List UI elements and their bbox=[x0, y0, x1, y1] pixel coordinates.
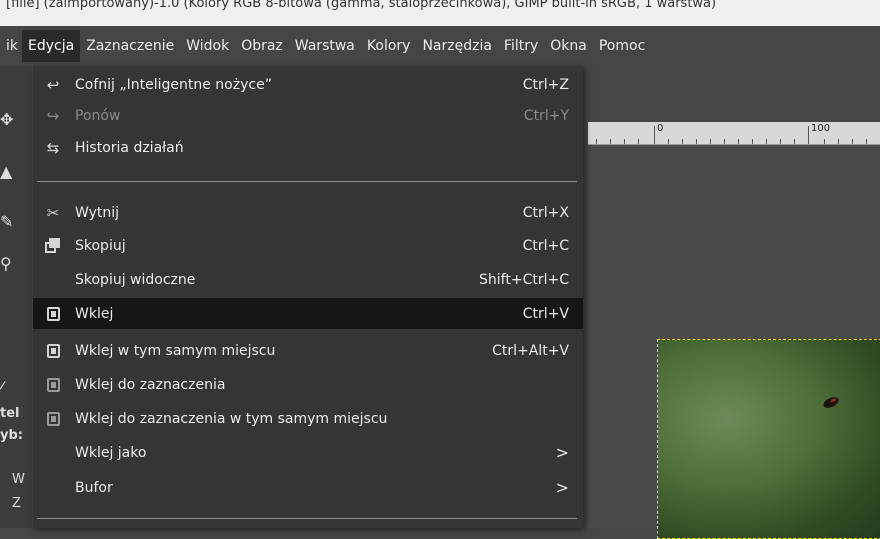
copy-icon bbox=[43, 236, 63, 256]
menu-image[interactable]: Obraz bbox=[235, 30, 289, 62]
paste-into-icon bbox=[43, 375, 63, 395]
window-title-bar: [fille] (zaimportowany)-1.0 (Kolory RGB … bbox=[0, 0, 880, 26]
tool-option-z: Z bbox=[12, 496, 21, 511]
horizontal-ruler[interactable]: 0 100 bbox=[588, 122, 880, 145]
ruler-label-0: 0 bbox=[657, 123, 664, 134]
ruler-label-100: 100 bbox=[811, 123, 831, 134]
menu-item-paste[interactable]: Wklej Ctrl+V bbox=[33, 298, 583, 329]
menu-item-paste-in-place[interactable]: Wklej w tym samym miejscu Ctrl+Alt+V bbox=[33, 335, 583, 366]
paint-tool-icon[interactable]: ⁄ bbox=[0, 378, 32, 397]
menu-item-paste-into-in-place[interactable]: Wklej do zaznaczenia w tym samym miejscu bbox=[33, 403, 583, 434]
heal-tool-icon[interactable]: ✎ bbox=[0, 212, 32, 231]
menu-separator bbox=[37, 181, 577, 182]
undo-icon: ↩ bbox=[46, 75, 60, 94]
menu-item-paste-into[interactable]: Wklej do zaznaczenia bbox=[33, 369, 583, 400]
tool-options-mode: yb: bbox=[0, 428, 23, 443]
chevron-right-icon: > bbox=[555, 478, 569, 497]
menu-windows[interactable]: Okna bbox=[544, 30, 593, 62]
paste-icon bbox=[43, 304, 63, 324]
menu-item-buffer[interactable]: Bufor > bbox=[33, 472, 583, 503]
toolbox: ✥ ▲ ✎ ⚲ ⁄ tel yb: W Z bbox=[0, 66, 32, 528]
menu-select[interactable]: Zaznaczenie bbox=[80, 30, 180, 62]
menu-item-copy[interactable]: Skopiuj Ctrl+C bbox=[33, 230, 583, 261]
menu-item-copy-visible[interactable]: Skopiuj widoczne Shift+Ctrl+C bbox=[33, 264, 583, 295]
move-tool-icon[interactable]: ✥ bbox=[0, 110, 32, 129]
menu-view[interactable]: Widok bbox=[180, 30, 235, 62]
image-layer-with-selection[interactable] bbox=[657, 339, 880, 539]
menu-item-history[interactable]: ⇆ Historia działań bbox=[33, 132, 583, 163]
menu-item-cut[interactable]: ✂ Wytnij Ctrl+X bbox=[33, 197, 583, 228]
tool-option-w: W bbox=[12, 472, 25, 487]
edit-menu-dropdown: ↩ Cofnij „Inteligentne nożyce” Ctrl+Z ↪ … bbox=[33, 66, 583, 528]
menu-help[interactable]: Pomoc bbox=[593, 30, 651, 62]
transform-tool-icon[interactable]: ▲ bbox=[0, 162, 32, 181]
chevron-right-icon: > bbox=[555, 443, 569, 462]
menu-bar: ik Edycja Zaznaczenie Widok Obraz Warstw… bbox=[0, 26, 880, 66]
menu-file[interactable]: ik bbox=[0, 30, 22, 62]
paste-into-icon bbox=[43, 409, 63, 429]
history-icon: ⇆ bbox=[46, 138, 60, 157]
menu-separator bbox=[37, 518, 577, 519]
menu-colors[interactable]: Kolory bbox=[361, 30, 417, 62]
window-title: [fille] (zaimportowany)-1.0 (Kolory RGB … bbox=[6, 0, 717, 11]
menu-tools[interactable]: Narzędzia bbox=[416, 30, 497, 62]
menu-item-paste-as[interactable]: Wklej jako > bbox=[33, 437, 583, 468]
tool-options-label: tel bbox=[0, 406, 20, 421]
redo-icon: ↪ bbox=[46, 106, 60, 125]
menu-item-undo[interactable]: ↩ Cofnij „Inteligentne nożyce” Ctrl+Z bbox=[33, 69, 583, 100]
insect-in-photo bbox=[821, 395, 841, 410]
menu-layer[interactable]: Warstwa bbox=[289, 30, 361, 62]
scissors-icon: ✂ bbox=[46, 203, 60, 222]
menu-item-redo[interactable]: ↪ Ponów Ctrl+Y bbox=[33, 100, 583, 131]
paste-icon bbox=[43, 341, 63, 361]
menu-edit[interactable]: Edycja bbox=[22, 30, 81, 62]
zoom-tool-icon[interactable]: ⚲ bbox=[0, 254, 32, 273]
menu-filters[interactable]: Filtry bbox=[498, 30, 544, 62]
